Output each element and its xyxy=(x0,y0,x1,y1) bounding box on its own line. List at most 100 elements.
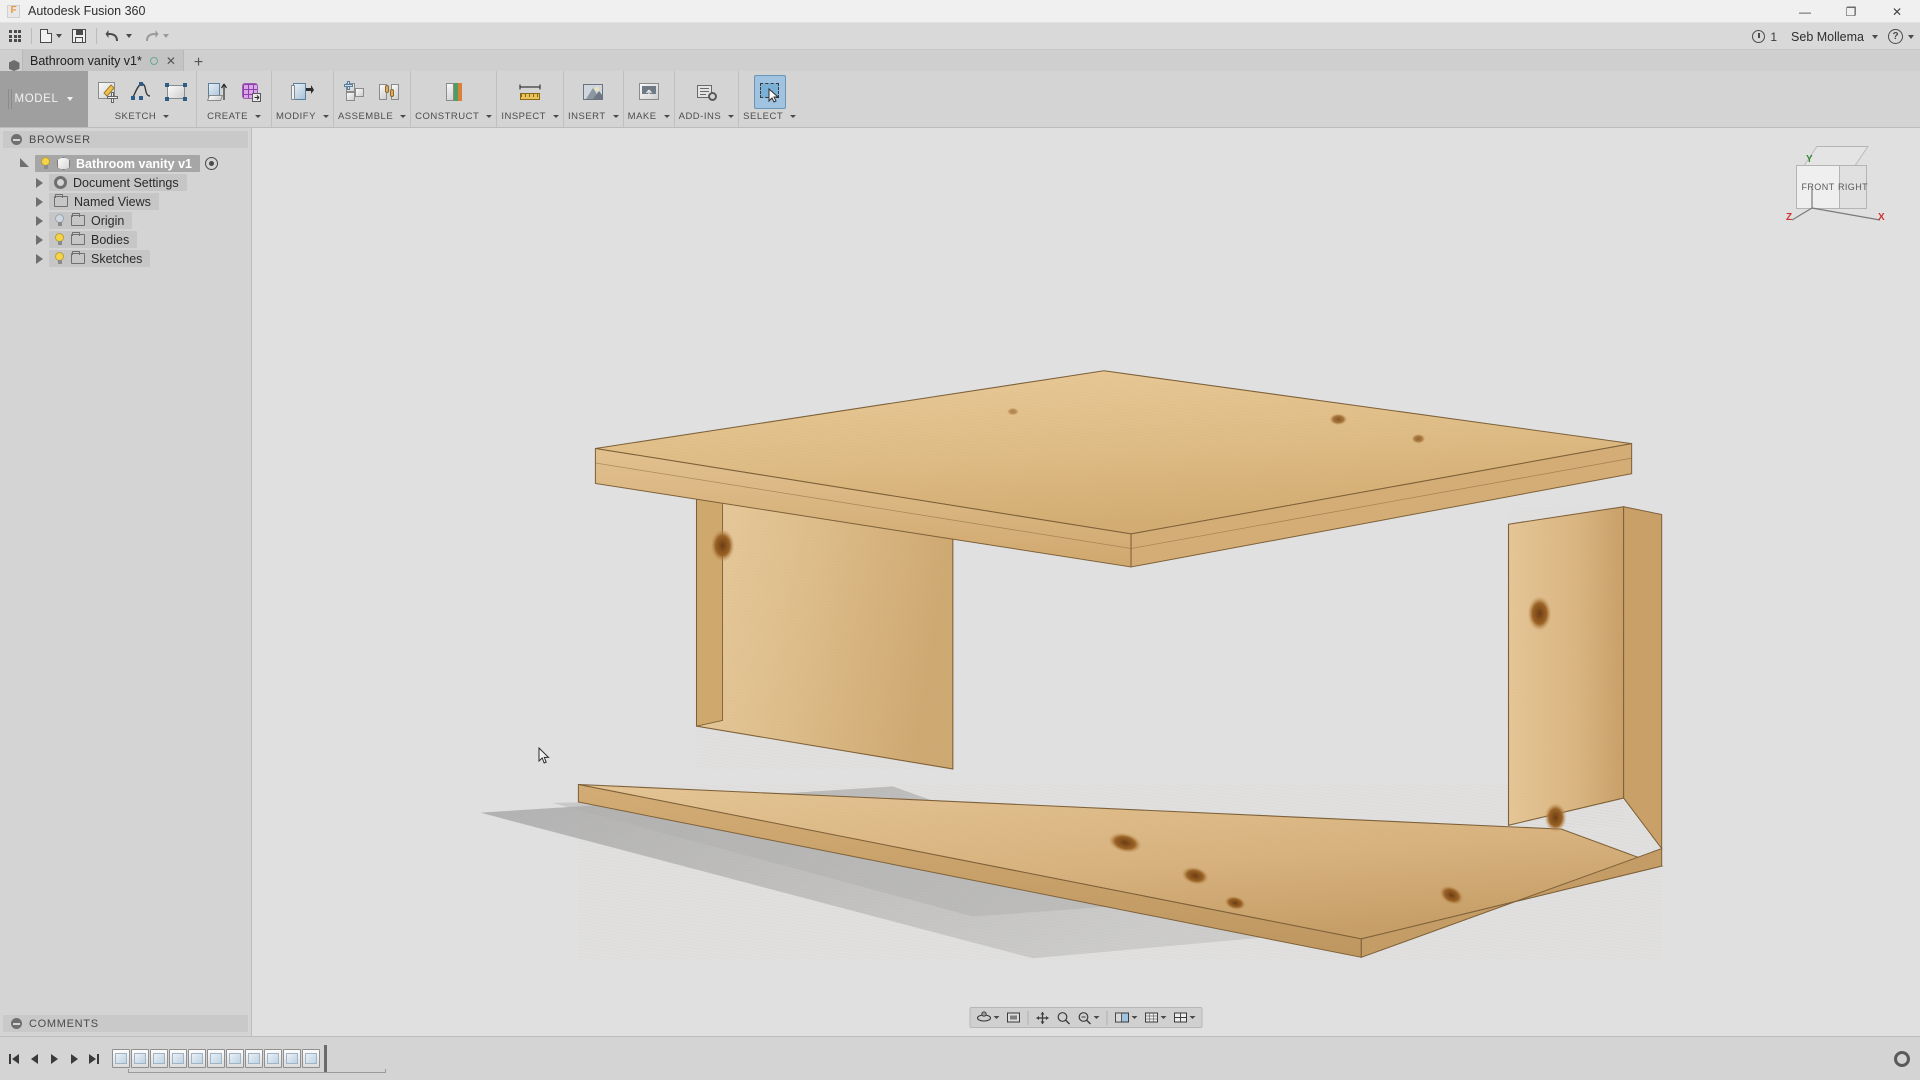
viewports-icon[interactable] xyxy=(1171,1009,1199,1026)
expander-closed-icon[interactable] xyxy=(36,196,43,207)
tree-item-chip[interactable]: Document Settings xyxy=(49,174,187,191)
ribbon-group-label[interactable]: INSPECT xyxy=(501,109,559,123)
ribbon-group-label[interactable]: ASSEMBLE xyxy=(338,109,407,123)
tree-item-document-settings[interactable]: Document Settings xyxy=(0,173,251,192)
tree-item-bathroom-vanity[interactable]: Bathroom vanity v1 xyxy=(0,154,251,173)
scripts-addins-icon[interactable] xyxy=(690,75,722,109)
timeline-play-button[interactable] xyxy=(44,1049,64,1069)
ribbon-group-label[interactable]: SKETCH xyxy=(115,109,170,123)
new-component-icon[interactable] xyxy=(339,75,371,109)
ribbon-group-label[interactable]: CREATE xyxy=(207,109,261,123)
view-cube[interactable]: FRONT RIGHT Z X Y xyxy=(1786,146,1885,232)
timeline-feature[interactable] xyxy=(245,1049,263,1068)
save-button[interactable] xyxy=(68,25,90,47)
grid-snaps-icon[interactable] xyxy=(1142,1009,1170,1026)
timeline-feature[interactable] xyxy=(207,1049,225,1068)
select-icon[interactable] xyxy=(753,75,786,109)
joint-icon[interactable] xyxy=(373,75,405,109)
collapse-icon[interactable] xyxy=(11,134,22,145)
orbit-icon[interactable] xyxy=(974,1009,1003,1026)
expander-closed-icon[interactable] xyxy=(36,234,43,245)
minimize-button[interactable]: — xyxy=(1782,0,1828,23)
zoom-window-icon[interactable] xyxy=(1075,1009,1103,1026)
new-document-button[interactable] xyxy=(36,25,66,47)
document-tab[interactable]: Bathroom vanity v1* ✕ xyxy=(22,50,184,71)
workspace-selector[interactable]: MODEL xyxy=(0,71,88,127)
offset-plane-icon[interactable] xyxy=(438,75,470,109)
timeline-go-to-end-button[interactable] xyxy=(84,1049,104,1069)
display-settings-icon[interactable] xyxy=(1112,1009,1141,1026)
expander-closed-icon[interactable] xyxy=(36,177,43,188)
timeline-step-forward-button[interactable] xyxy=(64,1049,84,1069)
timeline-feature[interactable] xyxy=(131,1049,149,1068)
rectangle-icon[interactable] xyxy=(160,75,192,109)
visibility-bulb-icon[interactable] xyxy=(54,252,65,265)
view-cube-top-face[interactable] xyxy=(1803,146,1869,166)
ribbon-group-label[interactable]: INSERT xyxy=(568,109,619,123)
expand-icon[interactable] xyxy=(11,1018,22,1029)
timeline-feature[interactable] xyxy=(302,1049,320,1068)
pan-icon[interactable] xyxy=(1033,1009,1053,1026)
3d-print-icon[interactable] xyxy=(633,75,665,109)
user-account-button[interactable]: Seb Mollema xyxy=(1791,30,1878,44)
timeline-go-to-beginning-button[interactable] xyxy=(4,1049,24,1069)
visibility-bulb-icon[interactable] xyxy=(40,157,51,170)
app-grid-button[interactable] xyxy=(5,25,25,47)
new-tab-button[interactable]: + xyxy=(184,55,213,71)
form-icon[interactable] xyxy=(235,75,267,109)
close-tab-icon[interactable]: ✕ xyxy=(166,54,176,68)
comments-panel-header[interactable]: COMMENTS xyxy=(3,1015,248,1032)
home-tab-icon[interactable] xyxy=(6,60,22,71)
timeline-feature[interactable] xyxy=(264,1049,282,1068)
tree-item-named-views[interactable]: Named Views xyxy=(0,192,251,211)
undo-button[interactable] xyxy=(101,25,136,47)
tree-item-chip[interactable]: Origin xyxy=(49,212,133,229)
expander-closed-icon[interactable] xyxy=(36,215,43,226)
timeline-feature[interactable] xyxy=(150,1049,168,1068)
expander-closed-icon[interactable] xyxy=(36,253,43,264)
timeline-step-backward-button[interactable] xyxy=(24,1049,44,1069)
timeline-playhead[interactable] xyxy=(324,1044,327,1073)
ribbon-group-label[interactable]: MAKE xyxy=(628,109,670,123)
model-bathroom-vanity[interactable] xyxy=(252,128,1920,1036)
ribbon-group-label[interactable]: ADD-INS xyxy=(679,109,735,123)
press-pull-icon[interactable] xyxy=(286,75,318,109)
tree-item-sketches[interactable]: Sketches xyxy=(0,249,251,268)
tree-item-chip[interactable]: Named Views xyxy=(49,193,159,210)
timeline-feature[interactable] xyxy=(226,1049,244,1068)
expander-open-icon[interactable] xyxy=(20,158,31,169)
measure-icon[interactable] xyxy=(514,75,546,109)
timeline-feature[interactable] xyxy=(112,1049,130,1068)
timeline-feature[interactable] xyxy=(188,1049,206,1068)
chevron-down-icon[interactable] xyxy=(1908,34,1914,39)
timeline-feature-strip[interactable] xyxy=(112,1044,327,1073)
help-icon[interactable]: ? xyxy=(1888,29,1903,44)
ribbon-group-label[interactable]: SELECT xyxy=(743,109,797,123)
look-at-icon[interactable] xyxy=(1004,1009,1024,1026)
timeline-feature[interactable] xyxy=(283,1049,301,1068)
tree-item-chip[interactable]: Bathroom vanity v1 xyxy=(35,155,201,172)
create-sketch-icon[interactable] xyxy=(92,75,124,109)
browser-header[interactable]: BROWSER xyxy=(3,131,248,148)
activate-component-icon[interactable] xyxy=(205,157,219,170)
ribbon-group-label[interactable]: CONSTRUCT xyxy=(415,109,493,123)
zoom-icon[interactable] xyxy=(1054,1009,1074,1026)
visibility-bulb-icon[interactable] xyxy=(54,233,65,246)
maximize-button[interactable]: ❐ xyxy=(1828,0,1874,23)
drag-grip[interactable] xyxy=(8,89,13,109)
tree-item-chip[interactable]: Sketches xyxy=(49,250,151,267)
timeline-settings-icon[interactable] xyxy=(1894,1050,1910,1067)
spline-icon[interactable] xyxy=(126,75,158,109)
tree-item-chip[interactable]: Bodies xyxy=(49,231,138,248)
redo-button[interactable] xyxy=(138,25,173,47)
3d-canvas[interactable]: FRONT RIGHT Z X Y xyxy=(252,128,1920,1036)
visibility-bulb-icon[interactable] xyxy=(54,214,65,227)
insert-image-icon[interactable] xyxy=(577,75,609,109)
tree-item-bodies[interactable]: Bodies xyxy=(0,230,251,249)
timeline-feature[interactable] xyxy=(169,1049,187,1068)
job-status-button[interactable]: 1 xyxy=(1752,30,1777,44)
tree-item-origin[interactable]: Origin xyxy=(0,211,251,230)
close-button[interactable]: ✕ xyxy=(1874,0,1920,23)
extrude-icon[interactable] xyxy=(201,75,233,109)
ribbon-group-label[interactable]: MODIFY xyxy=(276,109,329,123)
